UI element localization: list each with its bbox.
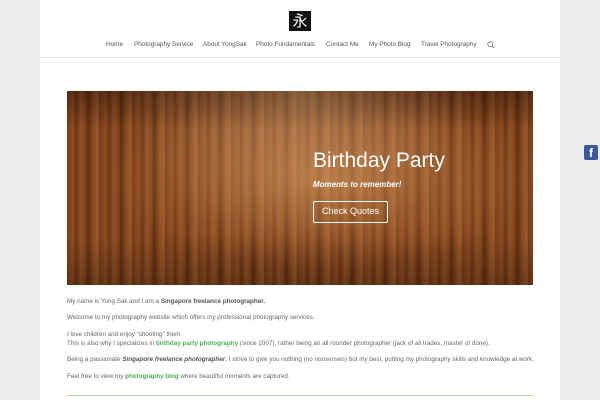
specialize-text: This is also why I specializes in bbox=[67, 340, 156, 347]
nav-photography-service[interactable]: Photography Service bbox=[134, 41, 193, 48]
hero-background-image bbox=[67, 91, 533, 285]
nav-photo-fundamentals[interactable]: Photo Fundamentals bbox=[256, 41, 315, 48]
passion-text-tail: , I strive to give you nothing (no nonse… bbox=[225, 356, 534, 363]
check-quotes-button[interactable]: Check Quotes bbox=[313, 201, 388, 223]
nav-about-yongsak[interactable]: About YongSak bbox=[203, 41, 247, 48]
search-icon[interactable] bbox=[487, 41, 495, 49]
specialize-text-tail: (since 2007), rather being an all rounde… bbox=[238, 340, 490, 347]
header-divider bbox=[40, 57, 560, 58]
content-divider bbox=[67, 395, 533, 396]
blog-text-tail: where beautiful moments are captured. bbox=[178, 373, 290, 380]
intro-paragraph-2: Welcome to my photography website which … bbox=[67, 314, 315, 321]
hero-subtitle: Moments to remember! bbox=[313, 180, 402, 189]
nav-travel-photography[interactable]: Travel Photography bbox=[421, 41, 477, 48]
nav-contact-me[interactable]: Contact Me bbox=[326, 41, 359, 48]
intro-paragraph-6: Feel free to view my photography blog wh… bbox=[67, 373, 290, 382]
intro-text: My name is Yong Sak and I am a bbox=[67, 298, 161, 305]
intro-paragraph-4: This is also why I specializes in birthd… bbox=[67, 340, 490, 349]
intro-bold: Singapore freelance photographer. bbox=[160, 298, 266, 305]
intro-paragraph-3: I love children and enjoy “shooting” the… bbox=[67, 331, 183, 338]
facebook-icon[interactable]: f bbox=[584, 145, 598, 160]
passion-text: Being a passionate bbox=[67, 356, 123, 363]
intro-paragraph-1: My name is Yong Sak and I am a Singapore… bbox=[67, 298, 265, 307]
hero-slider: Birthday Party Moments to remember! Chec… bbox=[67, 91, 533, 285]
intro-paragraph-5: Being a passionate Singapore freelance p… bbox=[67, 356, 534, 365]
site-logo[interactable]: 永 bbox=[289, 11, 311, 31]
main-nav: Home Photography Service About YongSak P… bbox=[0, 41, 600, 53]
nav-home[interactable]: Home bbox=[106, 41, 123, 48]
photography-blog-link[interactable]: photography blog bbox=[125, 373, 179, 380]
birthday-party-photography-link[interactable]: birthday party photography bbox=[156, 340, 238, 347]
passion-bold: Singapore freelance photographer bbox=[122, 356, 226, 363]
blog-text: Feel free to view my bbox=[67, 373, 126, 380]
nav-my-photo-blog[interactable]: My Photo Blog bbox=[369, 41, 411, 48]
hero-title: Birthday Party bbox=[313, 149, 445, 172]
